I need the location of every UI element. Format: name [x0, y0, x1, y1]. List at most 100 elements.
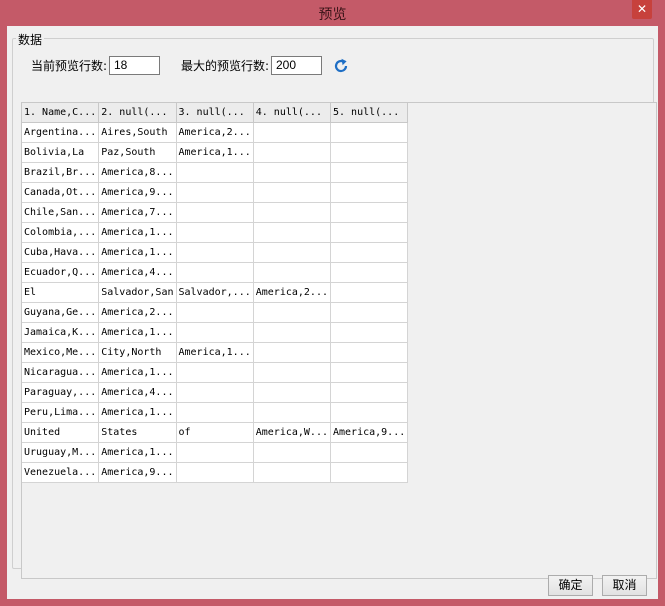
table-cell[interactable] — [253, 182, 332, 203]
table-cell[interactable] — [253, 142, 332, 163]
table-cell[interactable] — [176, 462, 254, 483]
table-cell[interactable] — [176, 322, 254, 343]
table-cell[interactable]: America,9... — [330, 422, 409, 443]
table-cell[interactable]: Argentina... — [22, 122, 100, 143]
table-row[interactable]: Chile,San... America,7... — [22, 202, 409, 223]
table-cell[interactable]: Ecuador,Q... — [22, 262, 100, 283]
table-cell[interactable]: America,1... — [98, 222, 177, 243]
table-cell[interactable] — [176, 382, 254, 403]
table-row[interactable]: Mexico,Me... City,North America,1... — [22, 342, 409, 363]
table-cell[interactable] — [176, 442, 254, 463]
column-header[interactable]: 2. null(... — [98, 103, 177, 123]
table-cell[interactable] — [330, 202, 409, 223]
table-cell[interactable] — [253, 262, 332, 283]
table-cell[interactable]: Paz,South — [98, 142, 177, 163]
table-cell[interactable] — [330, 342, 409, 363]
table-cell[interactable] — [176, 162, 254, 183]
table-cell[interactable] — [330, 322, 409, 343]
table-cell[interactable] — [330, 382, 409, 403]
table-cell[interactable]: America,1... — [98, 442, 177, 463]
table-row[interactable]: Paraguay,... America,4... — [22, 382, 409, 403]
table-row[interactable]: Guyana,Ge... America,2... — [22, 302, 409, 323]
table-row[interactable]: Venezuela... America,9... — [22, 462, 409, 483]
table-cell[interactable]: Peru,Lima... — [22, 402, 100, 423]
table-cell[interactable] — [253, 322, 332, 343]
table-cell[interactable]: America,4... — [98, 262, 177, 283]
table-cell[interactable] — [253, 162, 332, 183]
table-cell[interactable]: America,9... — [98, 182, 177, 203]
table-cell[interactable] — [176, 302, 254, 323]
cancel-button[interactable]: 取消 — [602, 575, 647, 596]
table-cell[interactable] — [330, 222, 409, 243]
table-cell[interactable]: Chile,San... — [22, 202, 100, 223]
table-cell[interactable] — [176, 262, 254, 283]
table-cell[interactable]: Uruguay,M... — [22, 442, 100, 463]
table-row[interactable]: El Salvador,San Salvador,... America,2... — [22, 282, 409, 303]
table-cell[interactable]: City,North — [98, 342, 177, 363]
table-cell[interactable] — [176, 202, 254, 223]
table-row[interactable]: Canada,Ot... America,9... — [22, 182, 409, 203]
table-cell[interactable]: States — [98, 422, 177, 443]
table-cell[interactable]: Guyana,Ge... — [22, 302, 100, 323]
table-row[interactable]: Peru,Lima... America,1... — [22, 402, 409, 423]
table-cell[interactable]: America,2... — [253, 282, 332, 303]
table-cell[interactable] — [330, 302, 409, 323]
table-cell[interactable]: America,2... — [98, 302, 177, 323]
table-cell[interactable]: Mexico,Me... — [22, 342, 100, 363]
table-cell[interactable] — [330, 462, 409, 483]
table-cell[interactable]: El — [22, 282, 100, 303]
preview-table-container[interactable]: 1. Name,C... 2. null(... 3. null(... 4. nul… — [21, 102, 657, 579]
table-cell[interactable] — [330, 162, 409, 183]
table-cell[interactable] — [253, 442, 332, 463]
table-row[interactable]: Argentina... Aires,South America,2... — [22, 122, 409, 143]
refresh-icon[interactable] — [333, 58, 349, 74]
table-row[interactable]: Jamaica,K... America,1... — [22, 322, 409, 343]
table-row[interactable]: United States of America,W... America,9... — [22, 422, 409, 443]
table-cell[interactable] — [176, 242, 254, 263]
table-cell[interactable]: America,1... — [98, 362, 177, 383]
table-cell[interactable]: America,1... — [176, 142, 254, 163]
table-cell[interactable]: America,9... — [98, 462, 177, 483]
column-header[interactable]: 3. null(... — [176, 103, 254, 123]
table-cell[interactable] — [253, 342, 332, 363]
table-row[interactable]: Brazil,Br... America,8... — [22, 162, 409, 183]
table-cell[interactable]: Paraguay,... — [22, 382, 100, 403]
table-cell[interactable]: America,W... — [253, 422, 332, 443]
table-cell[interactable] — [176, 222, 254, 243]
column-header[interactable]: 4. null(... — [253, 103, 332, 123]
table-cell[interactable]: of — [176, 422, 254, 443]
table-cell[interactable]: Venezuela... — [22, 462, 100, 483]
table-row[interactable]: Nicaragua... America,1... — [22, 362, 409, 383]
table-cell[interactable] — [253, 382, 332, 403]
current-rows-field[interactable]: 18 — [109, 56, 160, 75]
table-cell[interactable] — [253, 242, 332, 263]
table-cell[interactable] — [330, 402, 409, 423]
table-cell[interactable]: Colombia,... — [22, 222, 100, 243]
table-cell[interactable]: America,8... — [98, 162, 177, 183]
table-row[interactable]: Colombia,... America,1... — [22, 222, 409, 243]
table-cell[interactable] — [330, 142, 409, 163]
table-cell[interactable] — [253, 202, 332, 223]
table-cell[interactable]: America,4... — [98, 382, 177, 403]
max-rows-field[interactable]: 200 — [271, 56, 322, 75]
table-cell[interactable]: America,1... — [98, 322, 177, 343]
table-row[interactable]: Cuba,Hava... America,1... — [22, 242, 409, 263]
table-cell[interactable]: United — [22, 422, 100, 443]
table-cell[interactable] — [176, 182, 254, 203]
table-cell[interactable]: Bolivia,La — [22, 142, 100, 163]
table-row[interactable]: Uruguay,M... America,1... — [22, 442, 409, 463]
table-cell[interactable]: Cuba,Hava... — [22, 242, 100, 263]
table-cell[interactable]: Aires,South — [98, 122, 177, 143]
table-cell[interactable] — [330, 262, 409, 283]
table-cell[interactable] — [253, 462, 332, 483]
table-cell[interactable]: America,2... — [176, 122, 254, 143]
table-row[interactable]: Ecuador,Q... America,4... — [22, 262, 409, 283]
table-cell[interactable] — [330, 442, 409, 463]
table-cell[interactable] — [330, 282, 409, 303]
title-bar[interactable]: 预览 ✕ — [0, 0, 665, 26]
table-cell[interactable]: Salvador,San — [98, 282, 177, 303]
table-cell[interactable]: Nicaragua... — [22, 362, 100, 383]
table-cell[interactable] — [176, 362, 254, 383]
table-cell[interactable] — [330, 122, 409, 143]
table-cell[interactable] — [330, 182, 409, 203]
